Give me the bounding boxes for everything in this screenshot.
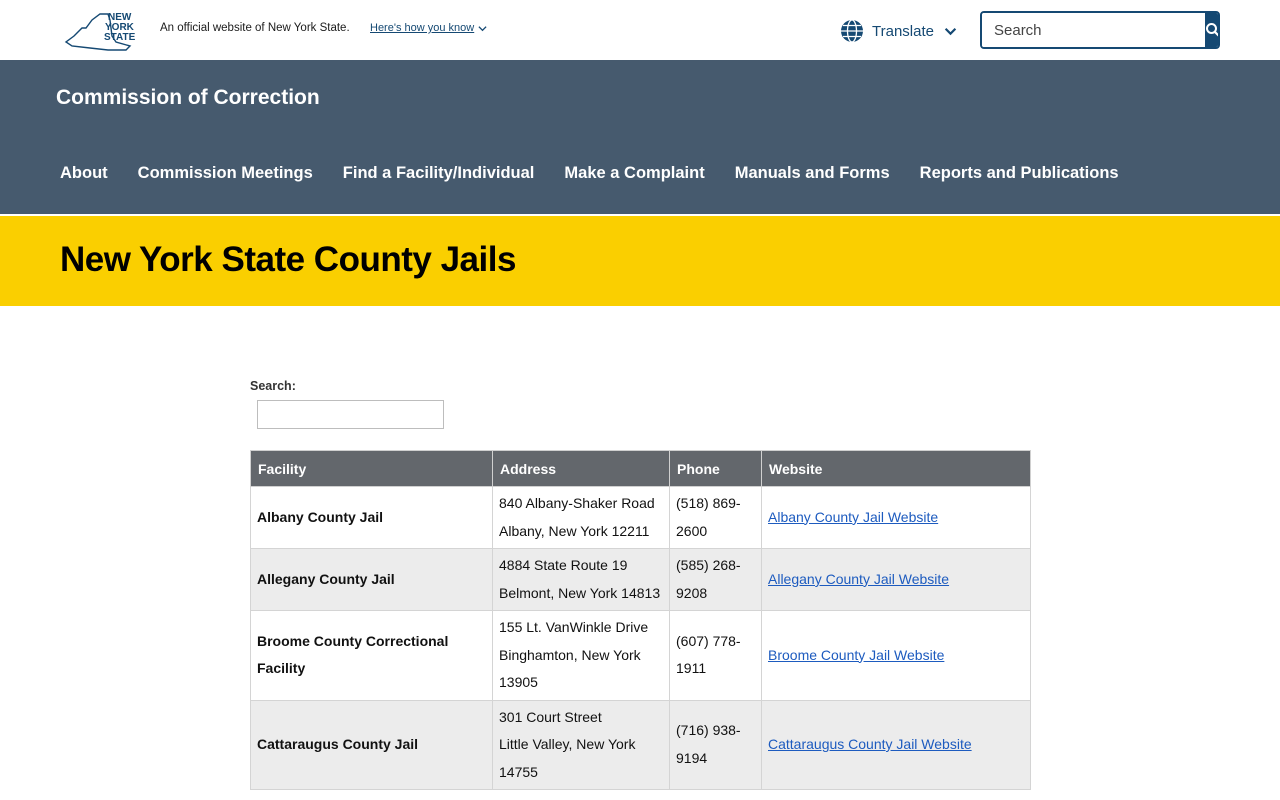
table-row: Cattaraugus County Jail 301 Court Street… xyxy=(250,699,1031,790)
column-header-address[interactable]: Address xyxy=(492,450,670,487)
table-header-row: Facility Address Phone Website xyxy=(250,450,1031,487)
site-search-button[interactable] xyxy=(1205,13,1218,47)
address-line-1: 301 Court Street xyxy=(499,708,602,725)
table-search-input[interactable] xyxy=(257,400,444,429)
table-row: Allegany County Jail 4884 State Route 19… xyxy=(250,548,1031,611)
website-link[interactable]: Albany County Jail Website xyxy=(768,509,938,525)
address-line-1: 155 Lt. VanWinkle Drive xyxy=(499,619,649,635)
website-link[interactable]: Allegany County Jail Website xyxy=(768,571,949,587)
facility-cell: Cattaraugus County Jail xyxy=(250,699,493,790)
address-line-2: Little Valley, New York 14755 xyxy=(499,736,636,780)
column-header-facility[interactable]: Facility xyxy=(250,450,493,487)
globe-icon xyxy=(841,19,863,43)
column-header-website[interactable]: Website xyxy=(761,450,1031,487)
universal-header: NEW YORK STATE An official website of Ne… xyxy=(0,0,1280,60)
nys-logo-icon[interactable]: NEW YORK STATE xyxy=(64,6,144,54)
site-search-input[interactable] xyxy=(982,13,1205,47)
address-line-1: 840 Albany-Shaker Road xyxy=(499,495,655,511)
site-search xyxy=(980,11,1220,49)
page-title-band: New York State County Jails xyxy=(0,216,1280,306)
website-link[interactable]: Cattaraugus County Jail Website xyxy=(768,736,972,752)
website-cell: Cattaraugus County Jail Website xyxy=(761,699,1031,790)
address-cell: 840 Albany-Shaker Road Albany, New York 1… xyxy=(492,486,670,549)
nav-item-commission-meetings[interactable]: Commission Meetings xyxy=(123,164,328,183)
address-line-2: Belmont, New York 14813 xyxy=(499,584,661,601)
phone-cell: (716) 938-9194 xyxy=(669,699,762,790)
search-icon xyxy=(1206,23,1218,37)
column-header-phone[interactable]: Phone xyxy=(669,450,762,487)
nav-item-find-facility[interactable]: Find a Facility/Individual xyxy=(328,164,550,183)
website-cell: Albany County Jail Website xyxy=(761,486,1031,549)
nav-item-reports-publications[interactable]: Reports and Publications xyxy=(905,164,1134,183)
facility-cell: Albany County Jail xyxy=(250,486,493,549)
website-cell: Allegany County Jail Website xyxy=(761,548,1031,611)
how-you-know-label: Here's how you know xyxy=(370,22,475,34)
phone-cell: (518) 869-2600 xyxy=(669,486,762,549)
table-row: Broome County Correctional Facility 155 … xyxy=(250,610,1031,701)
address-line-2: Albany, New York 12211 xyxy=(499,522,650,539)
address-cell: 4884 State Route 19 Belmont, New York 148… xyxy=(492,548,670,611)
phone-cell: (585) 268-9208 xyxy=(669,548,762,611)
how-you-know-link[interactable]: Here's how you know xyxy=(370,22,487,34)
address-cell: 301 Court Street Little Valley, New York … xyxy=(492,699,670,790)
address-line-2: Binghamton, New York 13905 xyxy=(499,646,641,691)
address-cell: 155 Lt. VanWinkle Drive Binghamton, New Y… xyxy=(492,610,670,701)
agency-header: Commission of Correction About Commissio… xyxy=(0,60,1280,214)
facility-cell: Broome County Correctional Facility xyxy=(250,610,493,701)
logo-text-line-3: STATE xyxy=(104,32,136,43)
translate-button[interactable]: Translate xyxy=(840,16,957,46)
website-cell: Broome County Jail Website xyxy=(761,610,1031,701)
page-title: New York State County Jails xyxy=(60,240,516,279)
website-link[interactable]: Broome County Jail Website xyxy=(768,647,944,663)
translate-label: Translate xyxy=(872,22,934,40)
main-nav: About Commission Meetings Find a Facilit… xyxy=(45,164,1134,183)
nav-item-manuals-forms[interactable]: Manuals and Forms xyxy=(720,164,905,183)
table-search-label: Search: xyxy=(250,379,296,393)
facility-cell: Allegany County Jail xyxy=(250,548,493,611)
county-jails-table: Facility Address Phone Website Albany Co… xyxy=(250,450,1031,790)
official-site-text: An official website of New York State. xyxy=(160,22,350,34)
phone-cell: (607) 778-1911 xyxy=(669,610,762,701)
nav-item-make-complaint[interactable]: Make a Complaint xyxy=(549,164,719,183)
agency-title[interactable]: Commission of Correction xyxy=(56,86,320,110)
chevron-down-icon xyxy=(478,25,487,31)
chevron-down-icon xyxy=(944,27,957,35)
table-row: Albany County Jail 840 Albany-Shaker Roa… xyxy=(250,486,1031,549)
address-line-1: 4884 State Route 19 xyxy=(499,557,628,573)
nav-item-about[interactable]: About xyxy=(45,164,123,183)
